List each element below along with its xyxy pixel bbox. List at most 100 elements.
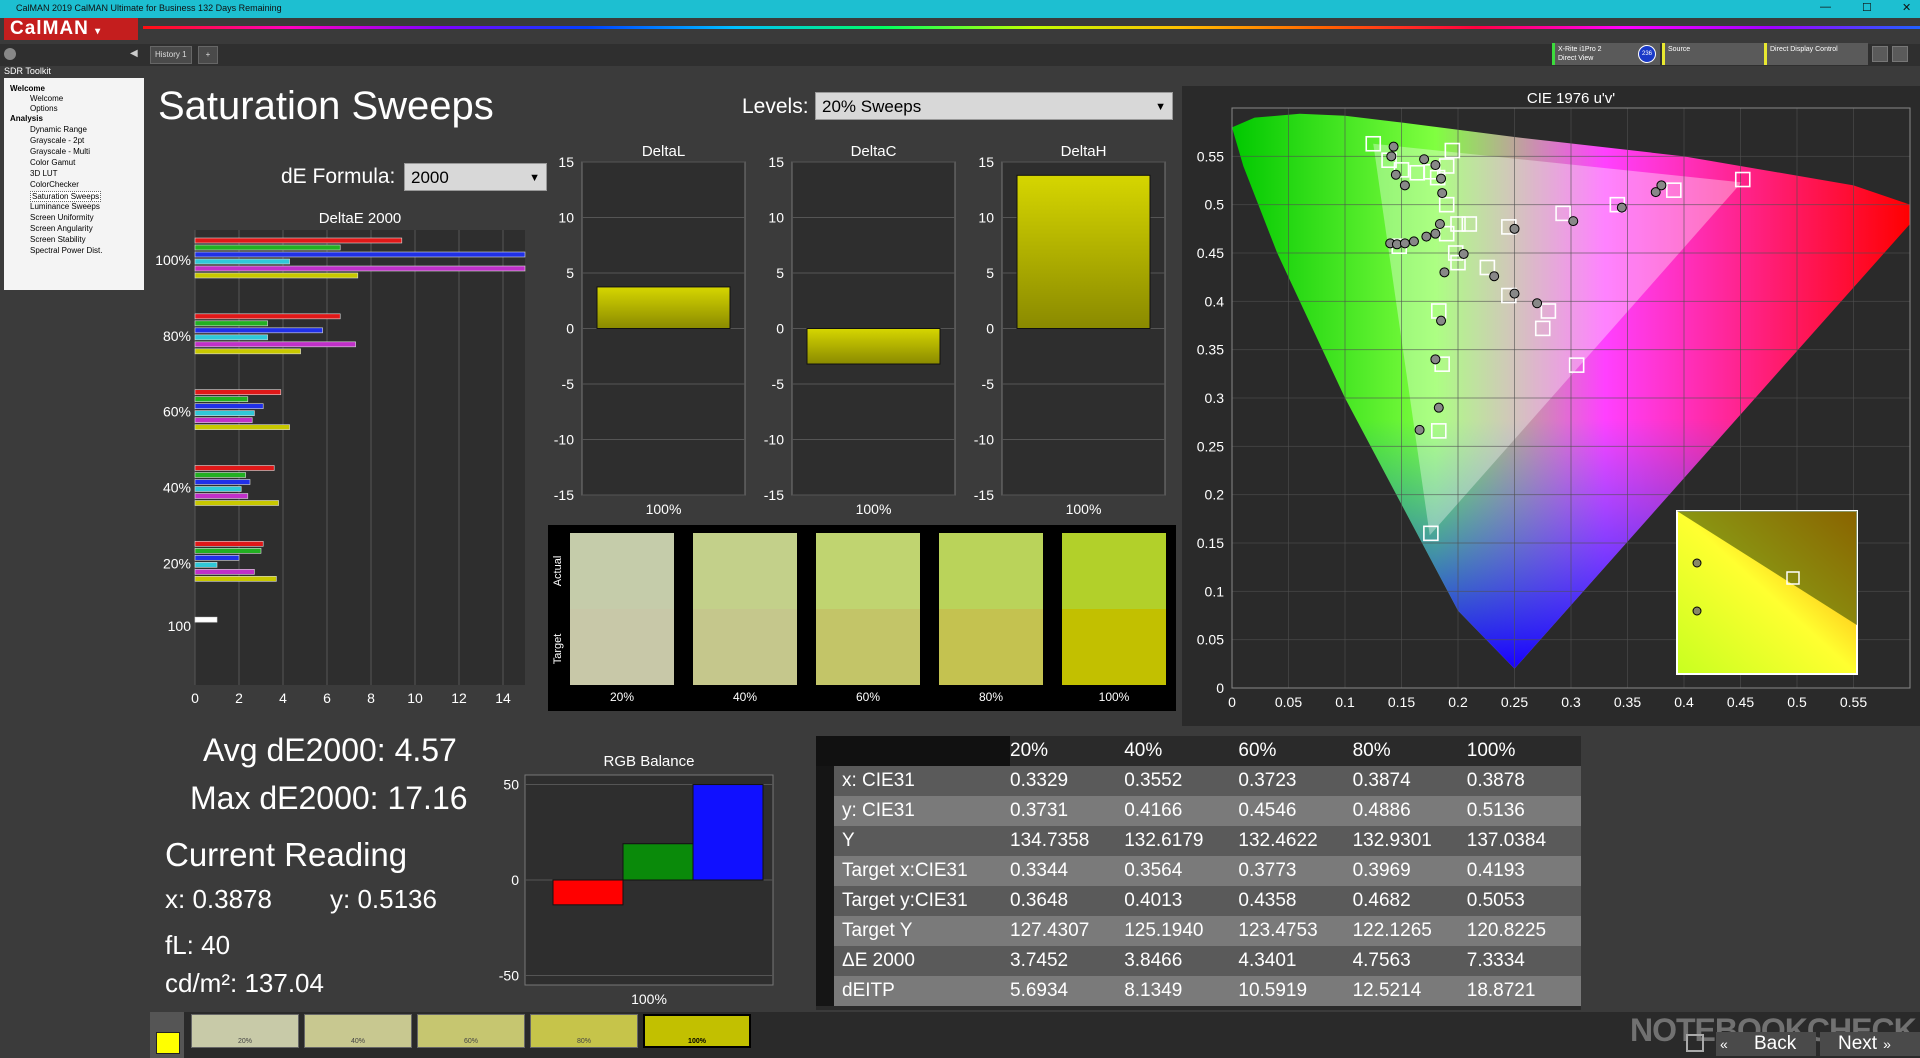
rgb-ytick: 0 [511,872,519,888]
deltae-xtick: 8 [367,690,375,706]
minimize-icon[interactable]: — [1820,1,1831,13]
sidebar-item-grayscale-2pt[interactable]: Grayscale - 2pt [30,136,84,145]
sidebar-item-welcome[interactable]: Welcome [30,94,63,103]
deltae-xtick: 4 [279,690,287,706]
delta-ytick: -5 [982,376,995,392]
sidebar-item-options[interactable]: Options [30,104,58,113]
delta-ytick: 10 [558,210,574,226]
table-cell: 0.5053 [1466,890,1525,911]
table-cell: 0.4013 [1124,890,1183,911]
cie-chart: CIE 1976 u'v' 0 0.05 0.1 0.15 0.2 0.25 0.3 0.35 0… [1197,90,1911,710]
deltae-group-label: 100% [155,252,191,268]
next-label: Next [1838,1033,1878,1054]
swatch-target [693,609,797,685]
sidebar-item-welcome-group[interactable]: Welcome [10,84,45,93]
deltae-group-label: 80% [163,328,191,344]
back-button[interactable]: « Back [1716,1032,1816,1056]
data-table-panel: 20% 40% 60% 80% 100% x: CIE31 0.3329 0.3552 0.37… [816,736,1581,1010]
display-control-selector[interactable]: Direct Display Control [1764,43,1868,65]
pin-icon[interactable] [4,48,16,60]
table-cell: 5.6934 [1010,980,1069,1001]
sidebar-item-color-gamut[interactable]: Color Gamut [30,158,75,167]
sidebar-item-screen-angularity[interactable]: Screen Angularity [30,224,93,233]
deltae-bar [194,244,341,251]
current-fl: fL: 40 [165,930,231,960]
max-de: Max dE2000: 17.16 [190,780,468,816]
deltae-bar [194,334,268,341]
close-icon[interactable]: ✕ [1902,1,1911,14]
sidebar-item-screen-stability[interactable]: Screen Stability [30,235,86,244]
deltae-bar [194,576,277,582]
add-tab-button[interactable]: + [198,46,218,64]
stop-icon[interactable] [1686,1034,1704,1052]
cie-measured-marker [1414,424,1425,435]
table-cell: 0.4358 [1238,890,1297,911]
sidebar-item-3d-lut[interactable]: 3D LUT [30,169,58,178]
sidebar-item-spectral-power[interactable]: Spectral Power Dist. [30,246,102,255]
table-cell: 120.8225 [1466,920,1547,941]
deltae-xtick: 12 [451,690,467,706]
sidebar-item-colorchecker[interactable]: ColorChecker [30,180,79,189]
table-cell: 123.4753 [1238,920,1318,941]
deltae-group-label: 60% [163,404,191,420]
delta-ytick: -10 [974,432,994,448]
camera-icon[interactable] [1892,46,1908,62]
deltae-group-label: 20% [163,555,191,571]
sidebar-item-screen-uniformity[interactable]: Screen Uniformity [30,213,94,222]
sidebar-item-dynamic-range[interactable]: Dynamic Range [30,125,87,134]
source-selector[interactable]: Source [1662,43,1768,65]
collapse-sidebar-icon[interactable]: ◀ [130,48,138,59]
deltae-bar [194,320,268,327]
delta-ytick: 5 [776,265,784,281]
deltae-bar [194,348,301,355]
delta-chart-title: DeltaC [851,143,897,160]
tab-history-1[interactable]: History 1 [150,46,192,64]
swatch-label: 100% [1098,690,1130,704]
table-cell: 0.3773 [1238,860,1297,881]
deltae-bar [194,424,290,430]
chevron-down-icon: ▾ [95,26,102,37]
cie-measured-marker [1419,154,1430,165]
cie-xtick: 0.2 [1448,694,1468,710]
cie-measured-marker [1568,216,1579,227]
delta-ytick: 5 [986,265,994,281]
maximize-icon[interactable]: ☐ [1862,1,1872,14]
sidebar-item-saturation-sweeps[interactable]: Saturation Sweeps [30,191,102,202]
delta-ytick: -15 [974,487,994,503]
delta-ytick: 10 [978,210,994,226]
table-cell: 0.3648 [1010,890,1069,911]
levels-select[interactable]: 20% Sweeps ▼ [815,92,1173,120]
cie-xtick: 0.5 [1787,694,1807,710]
sidebar-item-analysis-group[interactable]: Analysis [10,114,43,123]
delta-ytick: -15 [554,487,574,503]
de-formula-select[interactable]: 2000 ▼ [404,163,547,191]
swatch-label: 80% [978,690,1004,704]
cie-measured-marker [1430,228,1441,239]
app-logo[interactable]: CalMAN ▾ [4,18,138,40]
de-formula-label: dE Formula: [281,165,396,188]
cie-measured-marker [1421,231,1432,242]
table-cell: 132.9301 [1352,830,1432,851]
deltae-bar [194,237,403,244]
bottom-swatch-label: 60% [463,1038,478,1045]
bottom-swatch-label: 100% [688,1038,706,1045]
table-cell: 4.3401 [1238,950,1297,971]
rgb-bar [622,843,694,881]
deltae-xtick: 6 [323,690,331,706]
next-button[interactable]: Next » [1820,1032,1920,1056]
deltae-xtick: 14 [495,690,511,706]
de-formula-value: 2000 [411,168,449,187]
delta-ytick: 0 [986,321,994,337]
cie-xtick: 0.1 [1335,694,1355,710]
cie-ytick: 0.1 [1205,583,1225,599]
table-cell: 8.1349 [1124,980,1183,1001]
table-cell: y: CIE31 [816,796,1011,826]
cie-measured-marker [1390,169,1401,180]
table-cell: ΔE 2000 [816,946,1011,976]
rgb-ytick: 50 [503,777,519,793]
cie-measured-marker [1399,180,1410,191]
settings-icon[interactable] [1872,46,1888,62]
cie-ytick: 0.5 [1205,197,1225,213]
sidebar-item-grayscale-multi[interactable]: Grayscale - Multi [30,147,90,156]
sidebar-item-luminance-sweeps[interactable]: Luminance Sweeps [30,202,100,211]
